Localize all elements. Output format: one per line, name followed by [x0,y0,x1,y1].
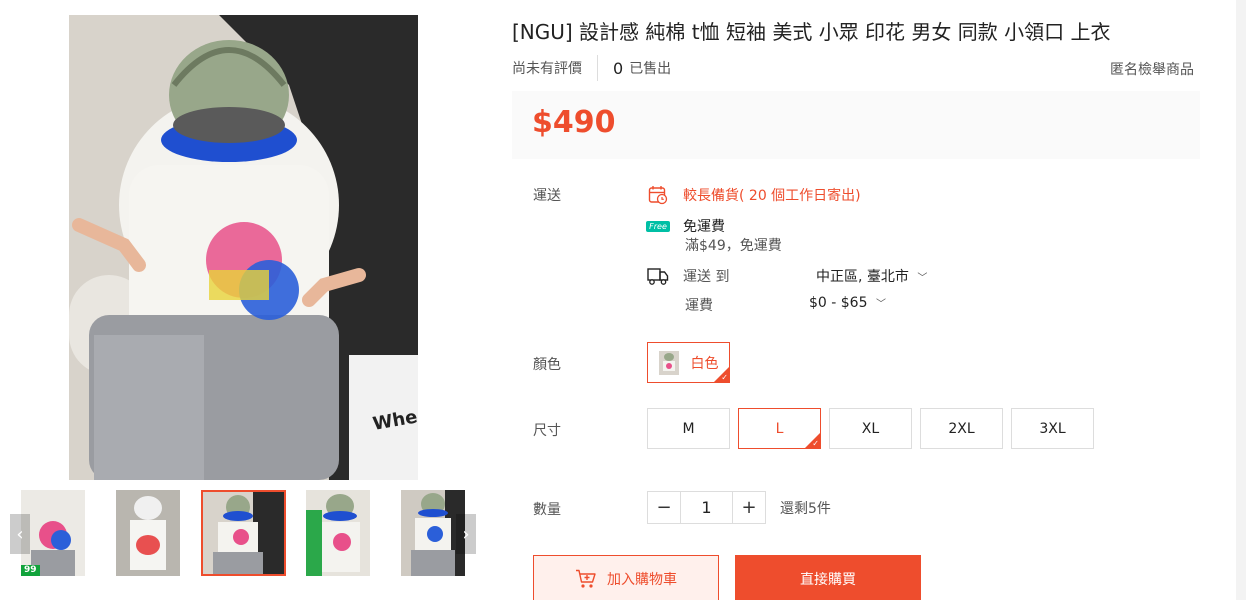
pre-order-line: 較長備貨( 20 個工作日寄出) [647,185,861,205]
thumbnail-photo [306,490,370,576]
add-to-cart-button[interactable]: 加入購物車 [533,555,719,600]
free-shipping-title: 免運費 [683,219,725,235]
ship-location-value: 中正區, 臺北市 [816,269,909,285]
thumbnail-2[interactable] [116,490,180,576]
size-option-label: 2XL [948,420,975,437]
quantity-input[interactable]: 1 [680,492,733,523]
product-title: [NGU] 設計感 純棉 t恤 短袖 美式 小眾 印花 男女 同款 小領口 上衣 [512,20,1111,44]
price: $490 [532,105,616,140]
add-to-cart-label: 加入購物車 [607,572,677,588]
size-label: 尺寸 [533,423,561,439]
chevron-down-icon: ﹀ [917,273,928,284]
thumbnail-badge: 99 [21,565,40,576]
thumbnail-1[interactable]: 99 [21,490,85,576]
color-label: 顏色 [533,357,561,373]
thumbnail-3[interactable] [201,490,286,576]
size-option-xl[interactable]: XL [829,408,912,449]
free-shipping-desc: 滿$49，免運費 [685,238,782,254]
sold-label: 已售出 [629,61,672,77]
shipping-label: 運送 [533,188,561,204]
main-product-image[interactable]: Whe [69,15,418,480]
color-option-label: 白色 [690,355,719,372]
stock-remaining: 還剩5件 [780,501,831,517]
color-option-white[interactable]: 白色 ✓ [647,342,730,383]
gallery-next-button[interactable]: › [456,514,476,554]
pre-order-text: 較長備貨( 20 個工作日寄出) [683,188,861,204]
gallery-prev-button[interactable]: ‹ [10,514,30,554]
size-option-3xl[interactable]: 3XL [1011,408,1094,449]
size-option-2xl[interactable]: 2XL [920,408,1003,449]
chevron-left-icon: ‹ [16,523,24,545]
thumbnail-photo [21,490,85,576]
cart-plus-icon [575,569,597,589]
plus-icon: + [741,497,757,518]
quantity-increase-button[interactable]: + [733,492,765,523]
size-option-label: M [682,420,695,437]
chevron-down-icon: ﹀ [875,299,886,310]
size-option-l[interactable]: L ✓ [738,408,821,449]
price-panel: $490 [512,91,1200,159]
page-scrollbar[interactable] [1236,0,1246,600]
color-swatch-image [658,350,679,375]
chevron-right-icon: › [462,523,470,545]
thumbnail-4[interactable] [306,490,370,576]
check-icon: ✓ [812,439,819,448]
shipping-fee-value: $0 - $65 [809,295,868,311]
product-photo: Whe [69,15,418,480]
ship-to-line: 運送 到 [647,266,729,286]
quantity-decrease-button[interactable]: − [648,492,680,523]
sold-count: 0 [613,58,624,78]
meta-divider [597,55,598,81]
product-meta: 尚未有評價 0 已售出 [512,55,671,81]
size-option-label: 3XL [1039,420,1066,437]
buy-now-label: 直接購買 [800,572,856,588]
free-tag: Free [646,220,670,232]
size-option-label: L [775,420,784,437]
calendar-clock-icon [647,185,669,205]
rating-text[interactable]: 尚未有評價 [512,58,597,78]
truck-icon [647,266,669,286]
shipping-fee-label: 運費 [685,298,713,314]
check-icon: ✓ [721,373,728,382]
size-option-m[interactable]: M [647,408,730,449]
thumbnail-photo [116,490,180,576]
quantity-stepper: − 1 + [647,491,766,524]
free-shipping-icon: Free [646,216,670,236]
ship-location-dropdown[interactable]: 中正區, 臺北市 ﹀ [816,266,927,286]
quantity-label: 數量 [533,502,561,518]
thumbnail-strip: 99 ‹ › [10,490,478,576]
minus-icon: − [656,497,672,518]
size-option-label: XL [861,420,880,437]
shipping-fee-dropdown[interactable]: $0 - $65 ﹀ [809,295,886,311]
report-product-link[interactable]: 匿名檢舉商品 [1110,59,1194,79]
free-shipping-line: Free 免運費 [646,216,725,236]
ship-to-label: 運送 到 [683,269,730,285]
thumbnail-photo [203,492,284,574]
buy-now-button[interactable]: 直接購買 [735,555,921,600]
